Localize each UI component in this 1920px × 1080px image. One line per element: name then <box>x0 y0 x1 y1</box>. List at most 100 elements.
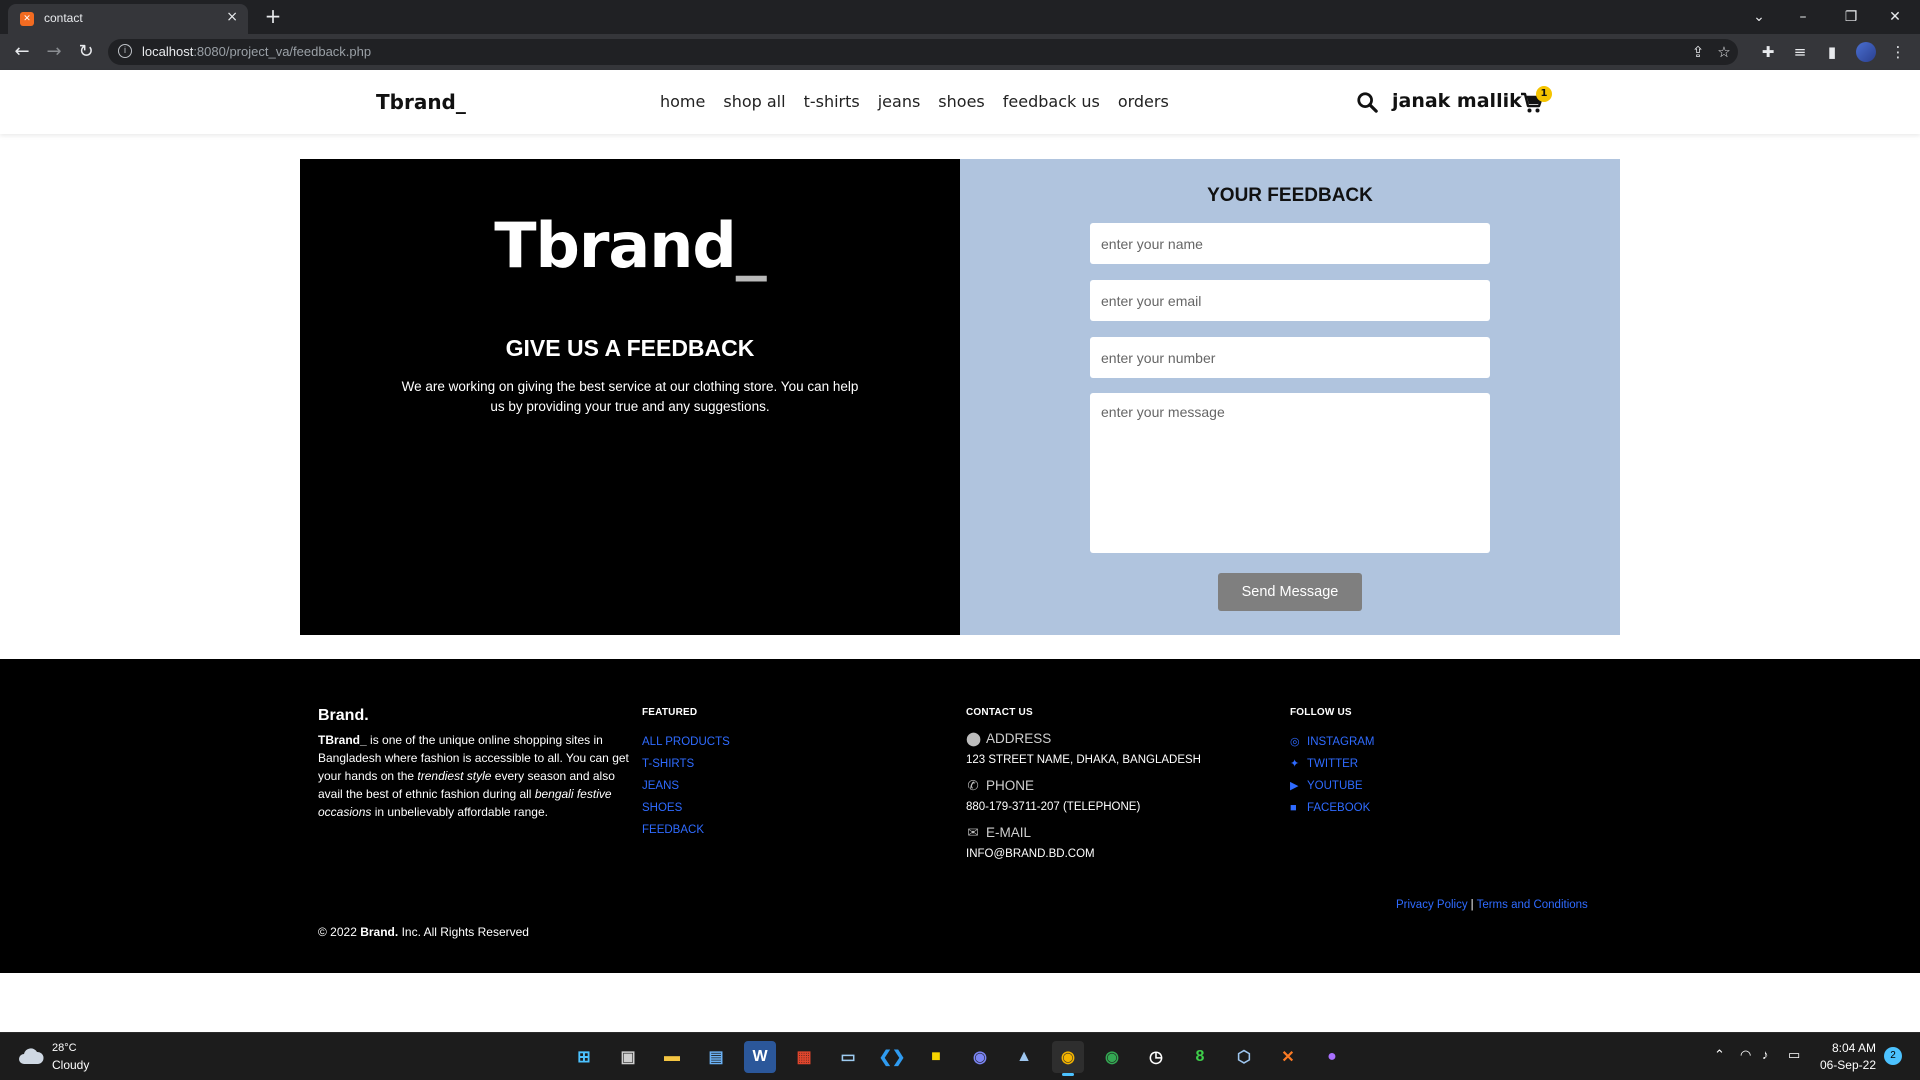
terminal-counter-icon[interactable]: 8 <box>1184 1041 1216 1073</box>
browser-tab-bar: ✕ contact × + ⌄ – ❐ ✕ <box>0 0 1920 34</box>
volume-icon[interactable]: ♪ <box>1762 1047 1769 1062</box>
sticky-notes-icon[interactable]: ■ <box>920 1041 952 1073</box>
footer-link-jeans[interactable]: JEANS <box>642 780 679 792</box>
share-icon[interactable]: ⇪ <box>1688 42 1708 62</box>
featured-links: ALL PRODUCTS T-SHIRTS JEANS SHOES FEEDBA… <box>642 731 730 841</box>
send-message-button[interactable]: Send Message <box>1218 573 1362 611</box>
contact-title: CONTACT US <box>966 707 1033 718</box>
cart-count-badge: 1 <box>1536 86 1552 102</box>
new-tab-button[interactable]: + <box>260 4 286 30</box>
notepad-icon[interactable]: ▤ <box>700 1041 732 1073</box>
clock-time[interactable]: 8:04 AM <box>1826 1041 1876 1055</box>
feedback-description: We are working on giving the best servic… <box>401 379 859 414</box>
word-icon[interactable]: W <box>744 1041 776 1073</box>
nav-link-home[interactable]: home <box>660 92 705 111</box>
address-label: ⬤ ADDRESS <box>966 731 1052 746</box>
search-icon[interactable] <box>1356 91 1378 113</box>
xampp-icon[interactable]: ✕ <box>1272 1041 1304 1073</box>
clock-date[interactable]: 06-Sep-22 <box>1812 1058 1876 1072</box>
instagram-icon: ◎ <box>1290 736 1300 748</box>
task-view-icon[interactable]: ▣ <box>612 1041 644 1073</box>
clock-app-icon[interactable]: ◷ <box>1140 1041 1172 1073</box>
address-bar[interactable]: i localhost:8080/project_va/feedback.php… <box>108 39 1738 65</box>
remote-desktop-icon[interactable]: ▭ <box>832 1041 864 1073</box>
copyright: © 2022 Brand. Inc. All Rights Reserved <box>318 925 529 939</box>
feedback-heading: GIVE US A FEEDBACK <box>505 335 755 361</box>
social-link-twitter[interactable]: TWITTER <box>1307 758 1358 770</box>
browser-menu-icon[interactable]: ⋮ <box>1888 42 1908 62</box>
side-panel-icon[interactable]: ▮ <box>1822 42 1842 62</box>
name-field[interactable] <box>1090 223 1490 264</box>
close-window-button[interactable]: ✕ <box>1880 4 1910 30</box>
address-value: 123 STREET NAME, DHAKA, BANGLADESH <box>966 754 1201 766</box>
chrome-profile-icon[interactable]: ◉ <box>1096 1041 1128 1073</box>
battery-icon[interactable]: ▭ <box>1788 1047 1800 1063</box>
social-link-facebook[interactable]: FACEBOOK <box>1307 802 1370 814</box>
weather-condition[interactable]: Cloudy <box>52 1058 89 1072</box>
tab-search-icon[interactable]: ⌄ <box>1744 4 1774 30</box>
footer-link-all-products[interactable]: ALL PRODUCTS <box>642 736 730 748</box>
media-queue-icon[interactable]: ≡ <box>1790 42 1810 62</box>
footer-brand: Brand. <box>318 707 369 724</box>
windows-taskbar: 28°C Cloudy ⊞ ▣ ▬ ▤ W ▦ ▭ ❮❯ ■ ◉ ▲ ◉ ◉ ◷… <box>0 1032 1920 1080</box>
footer-link-feedback[interactable]: FEEDBACK <box>642 824 704 836</box>
facebook-icon: ■ <box>1290 802 1297 814</box>
follow-title: FOLLOW US <box>1290 707 1352 718</box>
tab-title: contact <box>44 11 83 25</box>
url-text[interactable]: localhost:8080/project_va/feedback.php <box>142 44 371 59</box>
social-link-instagram[interactable]: INSTAGRAM <box>1307 736 1375 748</box>
privacy-policy-link[interactable]: Privacy Policy <box>1396 899 1468 911</box>
file-explorer-icon[interactable]: ▬ <box>656 1041 688 1073</box>
site-header: Tbrand_ home shop all t-shirts jeans sho… <box>0 70 1920 134</box>
vscode-icon[interactable]: ❮❯ <box>876 1041 908 1073</box>
cloud-icon[interactable] <box>18 1047 44 1065</box>
feedback-form-panel: YOUR FEEDBACK Send Message <box>960 159 1620 635</box>
profile-avatar[interactable] <box>1856 42 1876 62</box>
nav-link-shoes[interactable]: shoes <box>938 92 984 111</box>
footer-about: TBrand_ is one of the unique online shop… <box>318 733 629 819</box>
bookmark-star-icon[interactable]: ☆ <box>1714 42 1734 62</box>
taskbar-apps: ⊞ ▣ ▬ ▤ W ▦ ▭ ❮❯ ■ ◉ ▲ ◉ ◉ ◷ 8 ⬡ ✕ ● <box>568 1041 1348 1076</box>
twitter-icon: ✦ <box>1290 758 1300 770</box>
site-info-icon[interactable]: i <box>118 44 132 58</box>
footer-link-t-shirts[interactable]: T-SHIRTS <box>642 758 694 770</box>
nav-link-orders[interactable]: orders <box>1118 92 1169 111</box>
email-field[interactable] <box>1090 280 1490 321</box>
message-field[interactable] <box>1090 393 1490 553</box>
windows-start-icon[interactable]: ⊞ <box>568 1041 600 1073</box>
social-links: ◎ INSTAGRAM ✦ TWITTER ▶ YOUTUBE ■ FACEBOOK <box>1290 731 1375 819</box>
nav-link-jeans[interactable]: jeans <box>878 92 921 111</box>
nav-link-t-shirts[interactable]: t-shirts <box>804 92 860 111</box>
weather-temperature[interactable]: 28°C <box>52 1042 77 1054</box>
map-pin-icon: ⬤ <box>966 731 982 746</box>
tab-close-button[interactable]: × <box>226 9 238 25</box>
office-apps-icon[interactable]: ▦ <box>788 1041 820 1073</box>
number-field[interactable] <box>1090 337 1490 378</box>
back-arrow-icon[interactable]: ← <box>10 40 34 64</box>
restore-button[interactable]: ❐ <box>1836 4 1866 30</box>
wifi-icon[interactable]: ◠ <box>1740 1047 1751 1063</box>
feedback-intro-panel: Tbrand_ GIVE US A FEEDBACK We are workin… <box>300 159 960 635</box>
site-logo[interactable]: Tbrand_ <box>376 90 466 114</box>
email-label: ✉ E-MAIL <box>967 825 1032 840</box>
reload-icon[interactable]: ↻ <box>74 40 98 64</box>
tray-overflow-chevron-icon[interactable]: ⌃ <box>1714 1047 1725 1063</box>
github-desktop-icon[interactable]: ● <box>1316 1041 1348 1073</box>
social-link-youtube[interactable]: YOUTUBE <box>1307 780 1363 792</box>
browser-tab[interactable]: ✕ contact × <box>8 4 248 34</box>
nav-link-shop-all[interactable]: shop all <box>723 92 785 111</box>
username[interactable]: janak mallik <box>1392 90 1522 112</box>
notification-badge[interactable]: 2 <box>1884 1047 1902 1065</box>
extensions-puzzle-icon[interactable]: ✚ <box>1758 42 1778 62</box>
phone-label: ✆ PHONE <box>967 778 1035 793</box>
forward-arrow-icon[interactable]: → <box>42 40 66 64</box>
discord-icon[interactable]: ◉ <box>964 1041 996 1073</box>
terms-link[interactable]: Terms and Conditions <box>1477 899 1588 911</box>
envelope-icon: ✉ <box>967 825 979 840</box>
photos-icon[interactable]: ▲ <box>1008 1041 1040 1073</box>
chrome-icon[interactable]: ◉ <box>1052 1041 1084 1076</box>
minimize-button[interactable]: – <box>1788 4 1818 30</box>
virtualbox-icon[interactable]: ⬡ <box>1228 1041 1260 1073</box>
nav-link-feedback-us[interactable]: feedback us <box>1003 92 1100 111</box>
footer-link-shoes[interactable]: SHOES <box>642 802 682 814</box>
